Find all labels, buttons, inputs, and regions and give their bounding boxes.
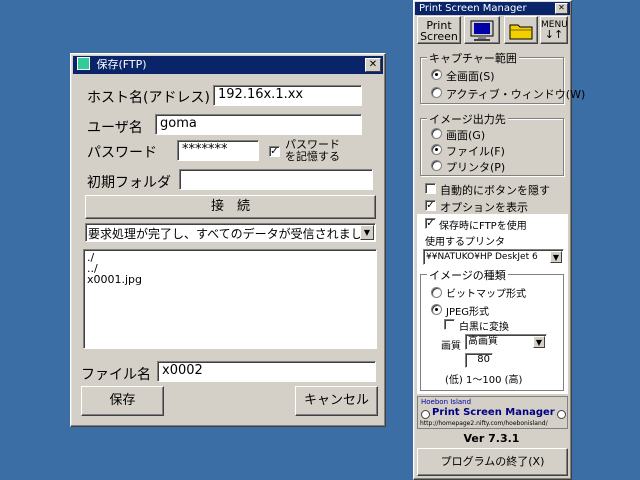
ftp-app-icon	[77, 57, 90, 70]
logo-main-text: Print Screen Manager	[432, 407, 555, 418]
show-options-checkbox[interactable]: ✓	[425, 200, 436, 211]
logo-left-dot-icon	[421, 410, 430, 419]
password-input[interactable]: *******	[177, 140, 259, 161]
status-text: 要求処理が完了し、すべてのデータが受信されました。	[88, 227, 376, 241]
password-label: パスワード	[87, 145, 157, 161]
user-label: ユーザ名	[87, 120, 143, 136]
quality-number-input[interactable]: 80	[465, 353, 493, 368]
print-screen-button[interactable]: Print Screen	[417, 16, 461, 44]
chevron-down-icon[interactable]: ▼	[550, 251, 562, 263]
menu-line2: ↓↑	[544, 28, 564, 41]
quality-value: 高画質	[468, 336, 498, 347]
filename-label: ファイル名	[81, 367, 151, 383]
logo-small-text: Hoebon Island	[421, 398, 472, 406]
output-screen-label[interactable]: 画面(G)	[446, 127, 485, 143]
print-screen-line2: Screen	[420, 30, 458, 43]
output-printer-label[interactable]: プリンタ(P)	[446, 159, 505, 175]
monochrome-checkbox[interactable]	[444, 319, 455, 330]
exit-program-button[interactable]: プログラムの終了(X)	[417, 448, 568, 476]
print-screen-manager-window: Print Screen Manager ✕ Print Screen MENU…	[413, 0, 585, 480]
capture-full-radio[interactable]	[431, 69, 442, 80]
output-screen-radio[interactable]	[431, 128, 442, 139]
status-dropdown[interactable]: 要求処理が完了し、すべてのデータが受信されました。 ▼	[85, 223, 376, 242]
close-icon[interactable]: ✕	[555, 3, 568, 14]
host-input[interactable]: 192.16x.1.xx	[213, 85, 362, 106]
capture-active-radio[interactable]	[431, 87, 442, 98]
output-file-label[interactable]: ファイル(F)	[446, 143, 505, 159]
user-input[interactable]: goma	[155, 114, 362, 135]
cancel-button[interactable]: キャンセル	[295, 386, 378, 416]
logo-banner: Hoebon Island Print Screen Manager http:…	[417, 396, 568, 429]
show-options-label[interactable]: オプションを表示	[440, 199, 528, 215]
monitor-icon[interactable]	[464, 16, 500, 44]
menu-button[interactable]: MENU ↓↑	[540, 16, 568, 44]
connect-button[interactable]: 接 続	[85, 195, 376, 219]
dialog-title: 保存(FTP)	[96, 58, 147, 71]
dialog-title-bar[interactable]: 保存(FTP) ✕	[73, 56, 383, 74]
filename-input[interactable]: x0002	[157, 361, 376, 382]
remember-password-checkbox[interactable]: ✓	[269, 146, 280, 157]
logo-url[interactable]: http://homepage2.nifty.com/hoebonisland/	[420, 420, 565, 427]
chevron-down-icon[interactable]: ▼	[533, 336, 545, 348]
output-group-title: イメージ出力先	[427, 111, 508, 127]
bitmap-label[interactable]: ビットマップ形式	[446, 285, 526, 300]
list-item[interactable]: x0001.jpg	[87, 274, 373, 285]
monochrome-label[interactable]: 白黒に変換	[459, 318, 509, 333]
quality-label: 画質	[441, 341, 461, 352]
printer-label: 使用するプリンタ	[425, 237, 505, 248]
logo-right-dot-icon	[557, 410, 566, 419]
file-list[interactable]: ./ ../ x0001.jpg	[83, 249, 377, 349]
capture-active-label[interactable]: アクティブ・ウィンドウ(W)	[446, 86, 585, 102]
output-file-radio[interactable]	[431, 144, 442, 155]
folder-input[interactable]	[179, 169, 373, 190]
auto-hide-checkbox[interactable]	[425, 183, 436, 194]
quality-range-label: (低) 1～100 (高)	[445, 375, 523, 386]
version-label: Ver 7.3.1	[463, 432, 520, 445]
psm-title-bar[interactable]: Print Screen Manager ✕	[415, 2, 570, 15]
host-label: ホスト名(アドレス)	[87, 90, 210, 106]
ftp-save-dialog: 保存(FTP) ✕ ホスト名(アドレス) 192.16x.1.xx ユーザ名 g…	[70, 53, 386, 427]
chevron-down-icon[interactable]: ▼	[360, 225, 374, 240]
remember-password-label: パスワード を記憶する	[285, 139, 340, 163]
jpeg-label[interactable]: JPEG形式	[446, 303, 489, 318]
save-button[interactable]: 保存	[81, 386, 164, 416]
image-type-title: イメージの種類	[427, 267, 508, 283]
quality-select[interactable]: 高画質 ▼	[465, 334, 547, 350]
printer-value: ¥¥NATUKO¥HP DeskJet 6	[426, 252, 538, 262]
bitmap-radio[interactable]	[431, 287, 442, 298]
auto-hide-label[interactable]: 自動的にボタンを隠す	[440, 182, 550, 198]
folder-icon[interactable]	[504, 16, 538, 44]
ftp-on-save-checkbox[interactable]: ✓	[425, 218, 436, 229]
close-icon[interactable]: ✕	[365, 58, 381, 72]
psm-title: Print Screen Manager	[419, 3, 527, 14]
remember-line2: を記憶する	[285, 150, 340, 163]
capture-full-label[interactable]: 全画面(S)	[446, 68, 495, 84]
printer-select[interactable]: ¥¥NATUKO¥HP DeskJet 6 ▼	[423, 249, 564, 265]
list-item[interactable]: ./	[87, 252, 373, 263]
jpeg-radio[interactable]	[431, 304, 442, 315]
output-printer-radio[interactable]	[431, 160, 442, 171]
folder-label: 初期フォルダ	[87, 175, 171, 191]
ftp-on-save-label[interactable]: 保存時にFTPを使用	[439, 217, 527, 232]
capture-group-title: キャプチャー範囲	[427, 50, 519, 66]
